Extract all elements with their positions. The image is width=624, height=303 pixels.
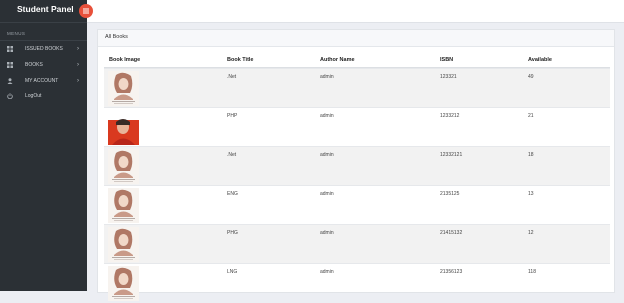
available-count: 18 [528,152,534,158]
sidebar-item-my-account[interactable]: MY ACCOUNT › [0,74,87,88]
book-cover-image[interactable] [108,188,139,223]
book-title: PHG [227,230,238,236]
grid-icon [7,62,13,68]
sidebar-toggle-button[interactable] [79,4,93,18]
book-cover-image[interactable] [108,149,139,184]
isbn: 2135125 [440,191,460,197]
book-cover-image[interactable] [108,71,139,106]
book-cover-image[interactable] [108,266,139,301]
book-cover-image[interactable] [108,227,139,262]
table-row: PHG admin 21415132 12 [104,224,610,264]
sidebar-item-books[interactable]: BOOKS › [0,58,87,72]
book-title: .Net [227,74,237,80]
table-row: LNG admin 21356123 118 [104,263,610,303]
isbn: 123321 [440,74,457,80]
sidebar-item-label: LogOut [25,93,42,99]
chevron-right-icon: › [77,46,79,52]
chevron-right-icon: › [77,62,79,68]
sidebar-item-logout[interactable]: LogOut [0,89,87,103]
column-header-book-title: Book Title [227,57,254,63]
book-cover-image[interactable] [108,110,139,145]
column-header-book-image: Book Image [109,57,141,63]
available-count: 21 [528,113,534,119]
sidebar: Student Panel MENUS ISSUED BOOKS › BOOKS… [0,0,87,291]
grid-icon [7,46,13,52]
available-count: 13 [528,191,534,197]
top-bar [87,0,624,22]
column-header-author-name: Author Name [320,57,355,63]
sidebar-item-label: BOOKS [25,62,43,68]
table-row: .Net admin 12332121 18 [104,146,610,186]
isbn: 21415132 [440,230,463,236]
sidebar-item-label: MY ACCOUNT [25,78,59,84]
menus-label: MENUS [7,31,26,36]
author-name: admin [320,74,334,80]
brand-title: Student Panel [17,4,74,14]
sidebar-item-issued-books[interactable]: ISSUED BOOKS › [0,42,87,56]
power-icon [7,93,13,99]
author-name: admin [320,152,334,158]
column-header-available: Available [528,57,552,63]
isbn: 21356123 [440,269,463,275]
chevron-right-icon: › [77,78,79,84]
panel-header: All Books [98,30,614,47]
menus-divider [0,40,87,41]
table-row: .Net admin 123321 49 [104,68,610,108]
column-header-isbn: ISBN [440,57,454,63]
isbn: 1233212 [440,113,460,119]
brand-bar: Student Panel [0,0,87,23]
isbn: 12332121 [440,152,463,158]
table-row: ENG admin 2135125 13 [104,185,610,225]
author-name: admin [320,230,334,236]
menu-icon [83,8,89,14]
user-icon [7,78,13,84]
book-title: .Net [227,152,237,158]
author-name: admin [320,191,334,197]
book-title: ENG [227,191,238,197]
available-count: 12 [528,230,534,236]
top-bar-divider [87,22,624,23]
book-title: PHP [227,113,238,119]
table-row: PHP admin 1233212 21 [104,107,610,147]
book-title: LNG [227,269,238,275]
author-name: admin [320,269,334,275]
author-name: admin [320,113,334,119]
available-count: 118 [528,269,536,275]
books-panel: All Books Book Image Book Title Author N… [97,29,615,301]
panel-title: All Books [105,34,128,40]
sidebar-item-label: ISSUED BOOKS [25,46,63,52]
available-count: 49 [528,74,534,80]
